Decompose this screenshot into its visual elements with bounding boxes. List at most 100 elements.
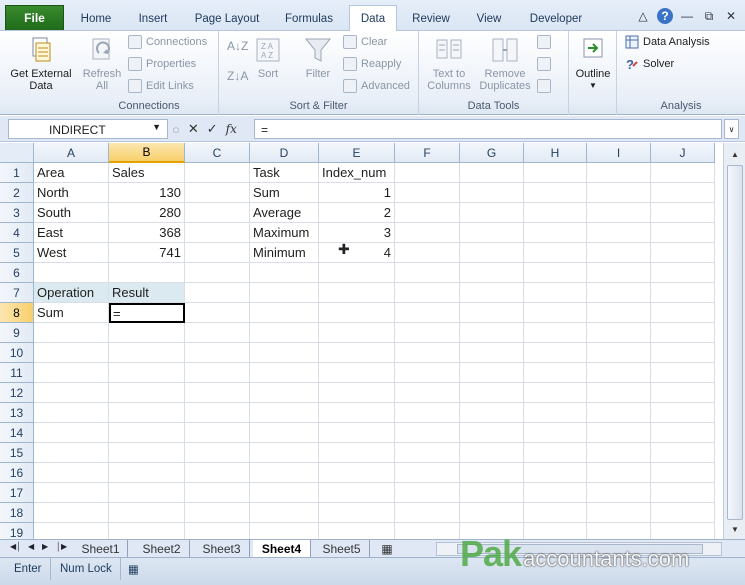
cell-a18[interactable] [34, 503, 109, 523]
cell-f5[interactable] [395, 243, 460, 263]
cell-j15[interactable] [651, 443, 715, 463]
column-header-e[interactable]: E [319, 143, 395, 163]
cell-f15[interactable] [395, 443, 460, 463]
cell-g11[interactable] [460, 363, 524, 383]
cell-c19[interactable] [185, 523, 250, 539]
tab-home[interactable]: Home [72, 6, 120, 31]
cell-j6[interactable] [651, 263, 715, 283]
cell-f19[interactable] [395, 523, 460, 539]
cell-b17[interactable] [109, 483, 185, 503]
cell-e13[interactable] [319, 403, 395, 423]
cell-g6[interactable] [460, 263, 524, 283]
cell-h16[interactable] [524, 463, 587, 483]
cell-b1[interactable]: Sales [109, 163, 185, 183]
row-header-19[interactable]: 19 [0, 523, 34, 539]
row-header-7[interactable]: 7 [0, 283, 34, 303]
minimize-ribbon-icon[interactable]: △ [635, 8, 651, 24]
row-header-5[interactable]: 5 [0, 243, 34, 263]
cell-i15[interactable] [587, 443, 651, 463]
cell-f14[interactable] [395, 423, 460, 443]
cell-a1[interactable]: Area [34, 163, 109, 183]
cell-j14[interactable] [651, 423, 715, 443]
cell-h1[interactable] [524, 163, 587, 183]
cell-h8[interactable] [524, 303, 587, 323]
worksheet-grid[interactable]: A B C D E F G H I J 1 Area Sales Task Index_num 2 North 1… [0, 143, 723, 539]
cell-c5[interactable] [185, 243, 250, 263]
cell-i6[interactable] [587, 263, 651, 283]
cell-j2[interactable] [651, 183, 715, 203]
cell-a4[interactable]: East [34, 223, 109, 243]
cell-g4[interactable] [460, 223, 524, 243]
cell-i17[interactable] [587, 483, 651, 503]
consolidate-button[interactable] [537, 57, 551, 71]
row-header-9[interactable]: 9 [0, 323, 34, 343]
cell-f4[interactable] [395, 223, 460, 243]
insert-function-icon[interactable]: fx [226, 122, 237, 136]
cell-b18[interactable] [109, 503, 185, 523]
cell-e5[interactable]: 4 [319, 243, 395, 263]
sheet-tab-sheet4[interactable]: Sheet4 [253, 540, 311, 557]
cell-b19[interactable] [109, 523, 185, 539]
filter-button[interactable]: Filter [301, 35, 335, 80]
cell-c17[interactable] [185, 483, 250, 503]
cell-c15[interactable] [185, 443, 250, 463]
cell-g15[interactable] [460, 443, 524, 463]
row-header-12[interactable]: 12 [0, 383, 34, 403]
cell-g5[interactable] [460, 243, 524, 263]
cell-b13[interactable] [109, 403, 185, 423]
cell-b10[interactable] [109, 343, 185, 363]
cell-d1[interactable]: Task [250, 163, 319, 183]
cell-c13[interactable] [185, 403, 250, 423]
solver-button[interactable]: ? Solver [625, 57, 674, 71]
cell-d10[interactable] [250, 343, 319, 363]
help-icon[interactable]: ? [657, 8, 673, 24]
sheet-tab-sheet3[interactable]: Sheet3 [194, 540, 250, 557]
cell-b6[interactable] [109, 263, 185, 283]
prev-sheet-icon[interactable]: ◀ [28, 542, 34, 551]
row-header-8[interactable]: 8 [0, 303, 34, 323]
vertical-scrollbar[interactable]: ▲ ▼ [723, 143, 745, 539]
what-if-analysis-button[interactable] [537, 79, 551, 93]
scroll-up-icon[interactable]: ▲ [727, 146, 743, 162]
cell-j10[interactable] [651, 343, 715, 363]
row-header-6[interactable]: 6 [0, 263, 34, 283]
sort-ascending-button[interactable]: A↓Z [227, 39, 248, 53]
tab-review[interactable]: Review [403, 6, 459, 31]
cell-b12[interactable] [109, 383, 185, 403]
tab-formulas[interactable]: Formulas [274, 6, 344, 31]
cell-i12[interactable] [587, 383, 651, 403]
cell-e6[interactable] [319, 263, 395, 283]
minimize-icon[interactable]: — [679, 8, 695, 24]
cell-c4[interactable] [185, 223, 250, 243]
cell-c3[interactable] [185, 203, 250, 223]
row-header-10[interactable]: 10 [0, 343, 34, 363]
cell-j5[interactable] [651, 243, 715, 263]
sheet-tab-sheet2[interactable]: Sheet2 [134, 540, 190, 557]
cell-f18[interactable] [395, 503, 460, 523]
cell-i3[interactable] [587, 203, 651, 223]
cell-g19[interactable] [460, 523, 524, 539]
column-header-f[interactable]: F [395, 143, 460, 163]
cell-f10[interactable] [395, 343, 460, 363]
row-header-13[interactable]: 13 [0, 403, 34, 423]
cell-e15[interactable] [319, 443, 395, 463]
cell-e4[interactable]: 3 [319, 223, 395, 243]
cell-f16[interactable] [395, 463, 460, 483]
confirm-entry-icon[interactable]: ✓ [207, 121, 218, 137]
cell-a12[interactable] [34, 383, 109, 403]
cell-e2[interactable]: 1 [319, 183, 395, 203]
cell-e12[interactable] [319, 383, 395, 403]
clear-filter-button[interactable]: Clear [343, 35, 387, 49]
row-header-2[interactable]: 2 [0, 183, 34, 203]
cell-d13[interactable] [250, 403, 319, 423]
cell-i13[interactable] [587, 403, 651, 423]
cell-j17[interactable] [651, 483, 715, 503]
cell-h9[interactable] [524, 323, 587, 343]
cell-i18[interactable] [587, 503, 651, 523]
cell-b9[interactable] [109, 323, 185, 343]
cell-b16[interactable] [109, 463, 185, 483]
cell-c7[interactable] [185, 283, 250, 303]
expand-formula-bar-icon[interactable]: ∨ [724, 119, 739, 139]
row-header-15[interactable]: 15 [0, 443, 34, 463]
cell-i16[interactable] [587, 463, 651, 483]
